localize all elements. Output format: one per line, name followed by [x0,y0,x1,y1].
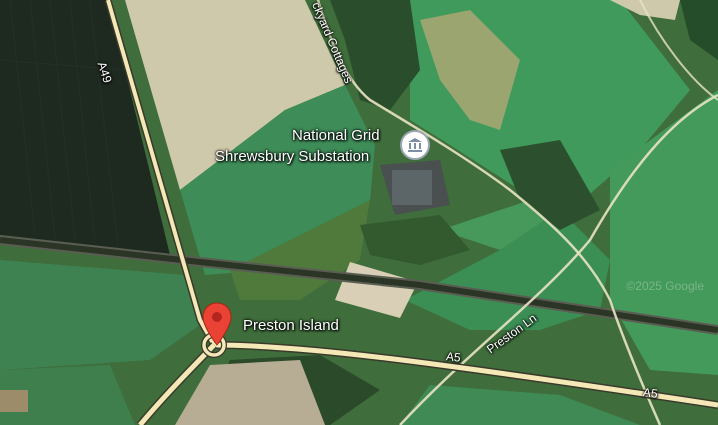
road-label-a5-right: A5 [642,385,659,401]
pin-label[interactable]: Preston Island [243,317,339,334]
poi-name-line1[interactable]: National Grid [292,127,380,144]
building-icon[interactable] [400,130,430,160]
road-label-a5-center: A5 [445,349,462,365]
map-canvas[interactable]: A49 ckyard Cottages A5 A5 Preston Ln Nat… [0,0,718,425]
copyright-watermark: ©2025 Google [626,279,704,293]
location-pin-icon[interactable] [202,302,232,351]
poi-name-line2[interactable]: Shrewsbury Substation [215,148,369,165]
